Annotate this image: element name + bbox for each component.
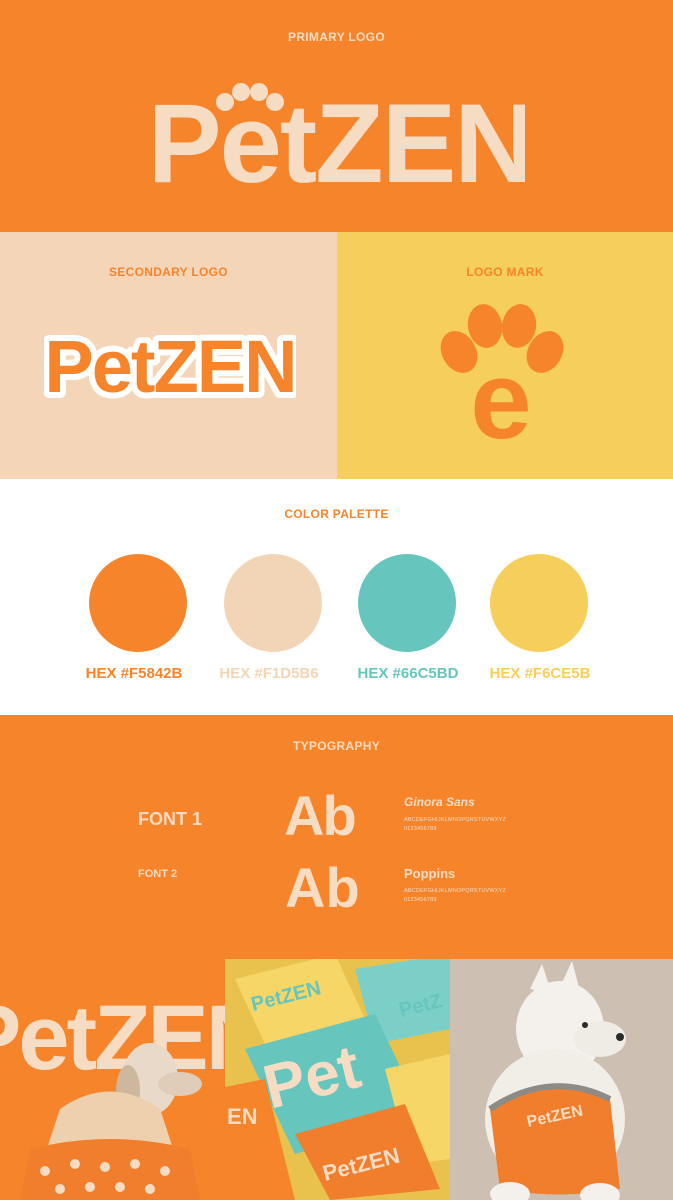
color-palette-label: COLOR PALETTE bbox=[284, 507, 389, 521]
photo-dog-hoodie: PetZEN bbox=[0, 959, 225, 1200]
secondary-logo-label: SECONDARY LOGO bbox=[109, 265, 228, 279]
paw-mark-icon: e bbox=[440, 304, 564, 444]
font1-digits: 0123456789 bbox=[404, 826, 437, 832]
primary-logo: PetZEN bbox=[155, 81, 525, 194]
typography-label: TYPOGRAPHY bbox=[292, 739, 380, 753]
font2-digits: 0123456789 bbox=[404, 897, 437, 903]
hex-label-teal: HEX #66C5BD bbox=[357, 665, 459, 682]
primary-logo-section: PRIMARY LOGO PetZEN bbox=[0, 0, 673, 232]
swatch-cream bbox=[224, 554, 322, 652]
primary-logo-label: PRIMARY LOGO bbox=[288, 30, 385, 44]
photo-dog-vest: PetZEN bbox=[450, 959, 673, 1200]
mockup-photos-section: PetZEN PetZEN Pet PetZ bbox=[0, 959, 673, 1200]
secondary-logo-text: PetZEN bbox=[44, 325, 295, 408]
primary-logo-text: PetZEN bbox=[155, 81, 525, 194]
typography-section: TYPOGRAPHY FONT 1 Ab Ginora Sans ABCDEFG… bbox=[0, 715, 673, 959]
font2-name: FONT 2 bbox=[138, 868, 178, 880]
swatch-teal bbox=[358, 554, 456, 652]
hex-label-cream: HEX #F1D5B6 bbox=[219, 665, 319, 682]
font1-name: FONT 1 bbox=[138, 809, 203, 829]
secondary-logo: PetZEN PetZEN bbox=[44, 320, 296, 408]
color-palette-section: COLOR PALETTE HEX #F5842B HEX #F1D5B6 HE… bbox=[0, 479, 673, 715]
font2-alphabet: ABCDEFGHIJKLMNOPQRSTUVWXYZ bbox=[404, 888, 507, 894]
swatch-yellow bbox=[490, 554, 588, 652]
photo-business-cards: PetZEN Pet PetZ PetZEN EN bbox=[225, 959, 450, 1200]
logo-mark-label: LOGO MARK bbox=[466, 265, 544, 279]
font1-family: Ginora Sans bbox=[404, 795, 475, 809]
swatch-orange bbox=[89, 554, 187, 652]
font1-sample: Ab bbox=[284, 784, 357, 847]
logo-mark-section: LOGO MARK e bbox=[337, 232, 673, 479]
photo2-text-side: EN bbox=[227, 1104, 258, 1129]
secondary-logo-section: SECONDARY LOGO PetZEN PetZEN bbox=[0, 232, 337, 479]
font2-sample: Ab bbox=[285, 856, 360, 919]
logo-mark-letter: e bbox=[470, 339, 531, 444]
font2-family: Poppins bbox=[404, 866, 456, 881]
font1-alphabet: ABCDEFGHIJKLMNOPQRSTUVWXYZ bbox=[404, 817, 507, 823]
hex-label-yellow: HEX #F6CE5B bbox=[489, 665, 591, 682]
hex-label-orange: HEX #F5842B bbox=[85, 665, 183, 682]
